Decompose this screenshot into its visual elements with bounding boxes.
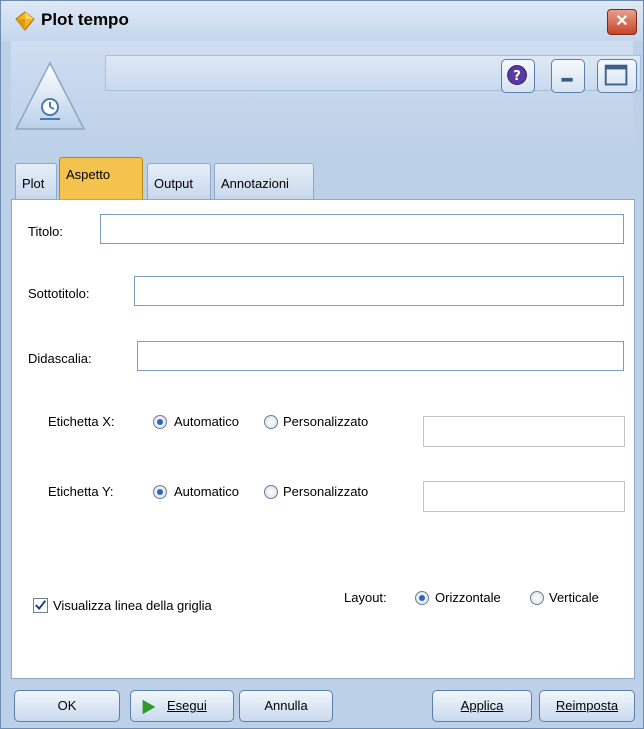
layout-vertical-label[interactable]: Verticale (549, 590, 599, 605)
ylabel-custom-radio[interactable] (264, 485, 278, 499)
sottotitolo-input[interactable] (134, 276, 624, 306)
tab-annotazioni-label: Annotazioni (221, 176, 289, 191)
xlabel-auto-label[interactable]: Automatico (174, 414, 239, 429)
run-button[interactable]: Esegui (130, 690, 234, 722)
ok-button-label: OK (57, 698, 77, 713)
title-bar[interactable]: Plot tempo ✕ (1, 1, 643, 41)
apply-button-label: Applica (460, 698, 504, 713)
xlabel-auto-radio[interactable] (153, 415, 167, 429)
layout-label: Layout: (344, 590, 387, 605)
ylabel-custom-label[interactable]: Personalizzato (283, 484, 368, 499)
maximize-icon (604, 64, 628, 86)
sottotitolo-label: Sottotitolo: (28, 286, 90, 301)
close-button[interactable]: ✕ (607, 9, 637, 35)
xlabel-custom-label[interactable]: Personalizzato (283, 414, 368, 429)
didascalia-input[interactable] (137, 341, 624, 371)
didascalia-label: Didascalia: (28, 351, 92, 366)
tab-aspetto-label: Aspetto (66, 167, 111, 182)
ylabel-auto-label[interactable]: Automatico (174, 484, 239, 499)
ok-button[interactable]: OK (14, 690, 120, 722)
xlabel-custom-radio[interactable] (264, 415, 278, 429)
reset-button-label: Reimposta (555, 698, 619, 713)
dialog-window: Plot tempo ✕ ? Plot Aspetto Output Annot… (0, 0, 644, 729)
aspetto-panel: Titolo: Sottotitolo: Didascalia: Etichet… (11, 199, 635, 679)
tab-output[interactable]: Output (147, 163, 211, 199)
titolo-input[interactable] (100, 214, 624, 244)
apply-button[interactable]: Applica (432, 690, 532, 722)
ylabel-custom-input[interactable] (423, 481, 625, 512)
layout-horizontal-radio[interactable] (415, 591, 429, 605)
run-button-label: Esegui (167, 698, 207, 713)
node-header: ? (11, 41, 641, 153)
layout-vertical-radio[interactable] (530, 591, 544, 605)
grid-checkbox[interactable] (33, 598, 48, 613)
app-diamond-icon (15, 11, 35, 31)
layout-horizontal-label[interactable]: Orizzontale (435, 590, 501, 605)
window-title: Plot tempo (41, 10, 129, 29)
maximize-button[interactable] (597, 59, 637, 93)
close-icon: ✕ (615, 13, 629, 30)
svg-text:?: ? (513, 69, 521, 84)
tab-plot-label: Plot (22, 176, 45, 191)
ylabel-auto-radio[interactable] (153, 485, 167, 499)
cancel-button[interactable]: Annulla (239, 690, 333, 722)
xlabel-label: Etichetta X: (48, 414, 115, 429)
tab-plot[interactable]: Plot (15, 163, 57, 199)
ylabel-label: Etichetta Y: (48, 484, 114, 499)
tab-output-label: Output (154, 176, 194, 191)
xlabel-custom-input[interactable] (423, 416, 625, 447)
tab-aspetto[interactable]: Aspetto (59, 157, 143, 199)
minimize-icon (561, 77, 573, 82)
checkmark-icon (35, 600, 47, 610)
time-plot-node-icon (14, 61, 86, 130)
help-icon: ? (507, 65, 527, 85)
titolo-label: Titolo: (28, 224, 63, 239)
play-icon (142, 699, 156, 715)
grid-checkbox-label[interactable]: Visualizza linea della griglia (53, 598, 212, 613)
help-button[interactable]: ? (501, 59, 535, 93)
reset-button[interactable]: Reimposta (539, 690, 635, 722)
tab-annotazioni[interactable]: Annotazioni (214, 163, 314, 199)
minimize-button[interactable] (551, 59, 585, 93)
cancel-button-label: Annulla (264, 698, 308, 713)
